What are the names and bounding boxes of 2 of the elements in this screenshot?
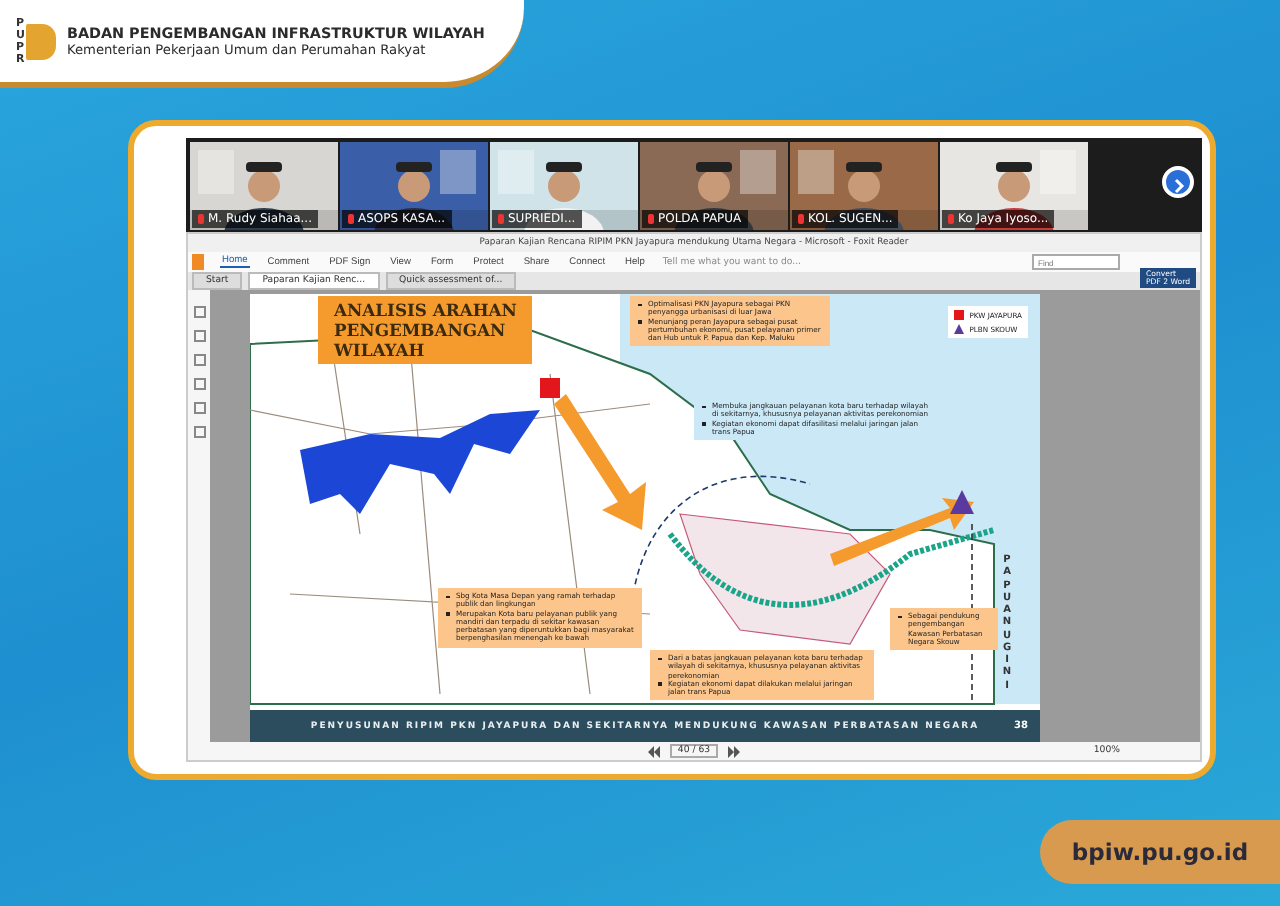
website-url: bpiw.pu.go.id <box>1040 820 1280 884</box>
slide-title: ANALISIS ARAHAN PENGEMBANGAN WILAYAH <box>318 296 533 364</box>
